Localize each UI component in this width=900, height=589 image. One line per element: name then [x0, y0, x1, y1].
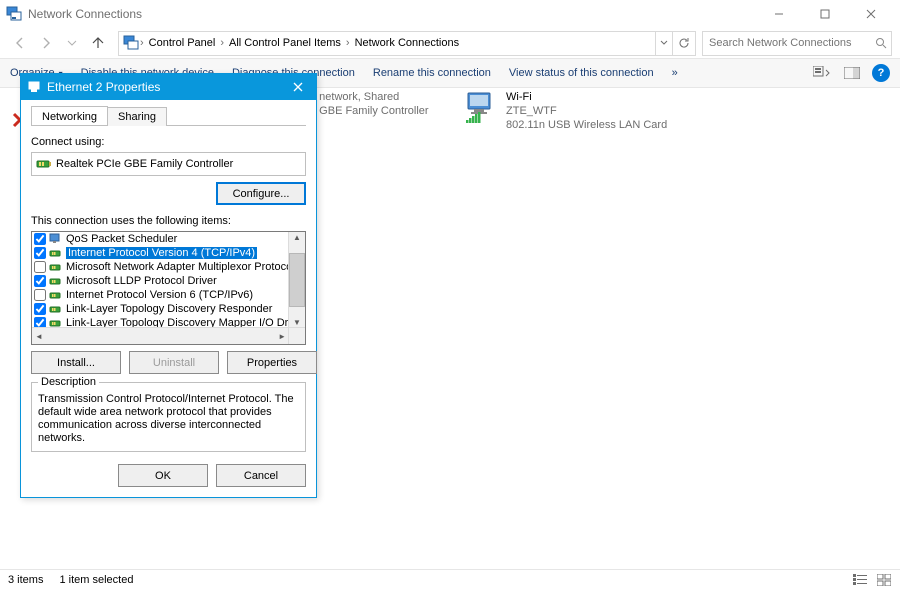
properties-dialog: Ethernet 2 Properties Networking Sharing…: [20, 73, 317, 498]
horizontal-scrollbar[interactable]: ◄ ►: [32, 327, 289, 344]
scrollbar-corner: [288, 327, 305, 344]
nav-recent-button[interactable]: [60, 31, 84, 55]
address-breadcrumb[interactable]: › Control Panel › All Control Panel Item…: [118, 31, 696, 56]
list-item[interactable]: QoS Packet Scheduler: [32, 232, 289, 246]
list-item[interactable]: Microsoft LLDP Protocol Driver: [32, 274, 289, 288]
adapter-field[interactable]: Realtek PCIe GBE Family Controller: [31, 152, 306, 176]
change-view-button[interactable]: [812, 63, 832, 83]
ok-button[interactable]: OK: [118, 464, 208, 487]
item-label: Link-Layer Topology Discovery Responder: [66, 303, 272, 315]
view-status-button[interactable]: View status of this connection: [509, 67, 654, 79]
network-connections-icon: [6, 6, 22, 22]
connection-item-partial[interactable]: d network, Shared e GBE Family Controlle…: [310, 90, 440, 132]
protocol-icon: [49, 247, 63, 259]
minimize-button[interactable]: [756, 0, 802, 28]
item-label: Microsoft LLDP Protocol Driver: [66, 275, 217, 287]
search-input[interactable]: [707, 36, 875, 50]
nav-up-button[interactable]: [86, 31, 110, 55]
list-item[interactable]: Microsoft Network Adapter Multiplexor Pr…: [32, 260, 289, 274]
description-legend: Description: [38, 376, 99, 388]
configure-button[interactable]: Configure...: [216, 182, 306, 205]
item-label: Internet Protocol Version 6 (TCP/IPv6): [66, 289, 253, 301]
search-icon: [875, 37, 887, 49]
large-icons-view-button[interactable]: [876, 574, 892, 586]
adapter-name: Realtek PCIe GBE Family Controller: [56, 158, 233, 170]
nav-row: › Control Panel › All Control Panel Item…: [0, 28, 900, 58]
window-title: Network Connections: [28, 7, 142, 21]
cancel-button[interactable]: Cancel: [216, 464, 306, 487]
breadcrumb-item[interactable]: Control Panel: [145, 37, 220, 49]
protocol-icon: [49, 261, 63, 273]
nav-forward-button[interactable]: [34, 31, 58, 55]
refresh-button[interactable]: [672, 32, 695, 55]
connect-using-label: Connect using:: [31, 136, 306, 148]
items-label: This connection uses the following items…: [31, 215, 306, 227]
status-bar: 3 items 1 item selected: [0, 569, 900, 589]
description-text: Transmission Control Protocol/Internet P…: [38, 393, 299, 445]
scroll-right-arrow-icon[interactable]: ►: [275, 332, 289, 341]
status-selected-count: 1 item selected: [59, 574, 133, 586]
overflow-button[interactable]: »: [672, 67, 678, 79]
item-checkbox[interactable]: [34, 233, 46, 245]
service-icon: [49, 233, 63, 245]
tab-networking[interactable]: Networking: [31, 106, 108, 125]
item-checkbox[interactable]: [34, 261, 46, 273]
dialog-close-button[interactable]: [286, 77, 310, 97]
list-item[interactable]: Internet Protocol Version 6 (TCP/IPv6): [32, 288, 289, 302]
uninstall-button: Uninstall: [129, 351, 219, 374]
wifi-adapter-icon: [464, 90, 500, 126]
details-view-button[interactable]: [852, 574, 868, 586]
search-box[interactable]: [702, 31, 892, 56]
breadcrumb-item[interactable]: All Control Panel Items: [225, 37, 345, 49]
item-checkbox[interactable]: [34, 275, 46, 287]
description-group: Description Transmission Control Protoco…: [31, 382, 306, 452]
close-button[interactable]: [848, 0, 894, 28]
breadcrumb-icon: [123, 35, 139, 51]
connection-name: Wi-Fi: [506, 90, 667, 104]
dialog-titlebar[interactable]: Ethernet 2 Properties: [21, 74, 316, 100]
item-label: Microsoft Network Adapter Multiplexor Pr…: [66, 261, 289, 273]
item-checkbox[interactable]: [34, 289, 46, 301]
dialog-tabs: Networking Sharing: [31, 106, 306, 126]
window-titlebar: Network Connections: [0, 0, 900, 28]
connection-ssid: ZTE_WTF: [506, 104, 667, 118]
scroll-up-arrow-icon[interactable]: ▲: [292, 232, 302, 243]
list-item[interactable]: Internet Protocol Version 4 (TCP/IPv4): [32, 246, 289, 260]
maximize-button[interactable]: [802, 0, 848, 28]
item-label: QoS Packet Scheduler: [66, 233, 177, 245]
vertical-scrollbar[interactable]: ▲ ▼: [288, 232, 305, 328]
tab-sharing[interactable]: Sharing: [107, 107, 167, 126]
preview-pane-button[interactable]: [842, 63, 862, 83]
connection-adapter: 802.11n USB Wireless LAN Card: [506, 118, 667, 132]
rename-button[interactable]: Rename this connection: [373, 67, 491, 79]
item-checkbox[interactable]: [34, 303, 46, 315]
help-button[interactable]: ?: [872, 64, 890, 82]
list-item[interactable]: Link-Layer Topology Discovery Responder: [32, 302, 289, 316]
scroll-thumb[interactable]: [289, 253, 305, 307]
connection-item-wifi[interactable]: Wi-Fi ZTE_WTF 802.11n USB Wireless LAN C…: [464, 90, 679, 132]
properties-button[interactable]: Properties: [227, 351, 317, 374]
breadcrumb-item[interactable]: Network Connections: [351, 37, 464, 49]
nav-back-button[interactable]: [8, 31, 32, 55]
dialog-title-icon: [27, 80, 41, 94]
scroll-left-arrow-icon[interactable]: ◄: [32, 332, 46, 341]
address-dropdown-button[interactable]: [655, 32, 672, 55]
connection-line: e GBE Family Controller: [310, 104, 429, 118]
status-item-count: 3 items: [8, 574, 43, 586]
network-adapter-icon: [36, 157, 52, 171]
item-label: Internet Protocol Version 4 (TCP/IPv4): [66, 247, 257, 259]
install-button[interactable]: Install...: [31, 351, 121, 374]
connection-line: d network, Shared: [310, 90, 429, 104]
protocol-icon: [49, 275, 63, 287]
item-checkbox[interactable]: [34, 247, 46, 259]
protocol-icon: [49, 289, 63, 301]
dialog-title: Ethernet 2 Properties: [47, 80, 160, 94]
connection-items-list[interactable]: QoS Packet Scheduler Internet Protocol Ve…: [31, 231, 306, 345]
protocol-icon: [49, 303, 63, 315]
